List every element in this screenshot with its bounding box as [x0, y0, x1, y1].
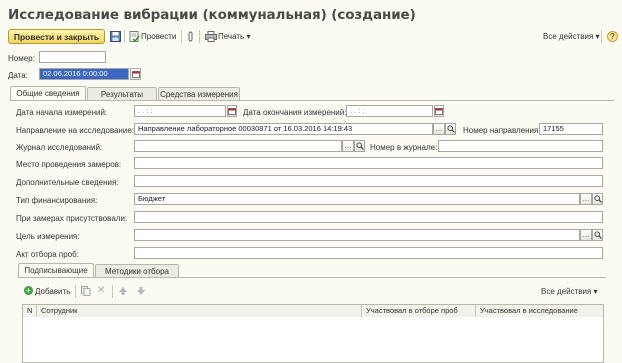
toolbar-separator [199, 30, 200, 43]
journal-input[interactable] [134, 140, 342, 152]
column-header-employee[interactable]: Сотрудник [37, 305, 362, 317]
purpose-label: Цель измерения: [16, 232, 80, 241]
extra-info-input[interactable] [134, 175, 603, 187]
help-icon[interactable]: ? [607, 31, 618, 42]
purpose-input[interactable] [134, 229, 580, 241]
tab-general[interactable]: Общие сведения [10, 86, 86, 100]
tab-signers[interactable]: Подписывающие [18, 263, 94, 277]
search-icon[interactable] [592, 193, 603, 205]
calendar-icon[interactable] [130, 68, 141, 80]
tab-panel-border [10, 100, 614, 101]
journal-label: Журнал исследований: [16, 143, 103, 152]
select-button[interactable]: … [580, 229, 592, 241]
toolbar-separator [181, 30, 182, 43]
post-button[interactable]: Провести [141, 32, 176, 41]
column-header-n[interactable]: N [23, 305, 37, 317]
post-icon [129, 31, 140, 44]
window-title: Исследование вибрации (коммунальная) (со… [8, 7, 416, 23]
sampling-act-input[interactable] [134, 247, 603, 259]
signers-table[interactable]: N Сотрудник Участвовал в отборе проб Уча… [22, 304, 604, 363]
all-actions-label: Все действия [541, 287, 592, 296]
extra-info-label: Дополнительные сведения: [16, 178, 119, 187]
toolbar-separator [124, 30, 125, 43]
chevron-down-icon: ▾ [593, 287, 598, 296]
subtab-panel-border [18, 277, 606, 278]
journal-number-label: Номер в журнале: [370, 143, 438, 152]
print-icon [205, 31, 217, 44]
search-icon[interactable] [354, 140, 365, 152]
toolbar-separator [112, 285, 113, 298]
referral-number-input[interactable]: 17155 [539, 123, 603, 135]
start-date-label: Дата начала измерений: [16, 108, 108, 117]
add-button[interactable]: Добавить [35, 287, 70, 296]
funding-input[interactable]: Бюджет [134, 193, 580, 205]
add-icon: + [24, 286, 33, 295]
end-date-label: Дата окончания измерений: [243, 108, 347, 117]
referral-label: Направление на исследование: [16, 126, 134, 135]
present-label: При замерах присутствовали: [16, 214, 128, 223]
place-input[interactable] [134, 157, 603, 169]
move-down-icon[interactable] [136, 286, 146, 298]
select-button[interactable]: … [433, 123, 445, 135]
column-header-research[interactable]: Участвовал в исследование [476, 305, 603, 317]
delete-icon[interactable]: ✕ [97, 286, 105, 296]
save-icon[interactable] [110, 31, 121, 44]
funding-label: Тип финансирования: [16, 196, 98, 205]
post-and-close-button[interactable]: Провести и закрыть [8, 29, 105, 44]
referral-input[interactable]: Направление лабораторное 00030871 от 16.… [134, 123, 433, 135]
tab-results[interactable]: Результаты [87, 87, 157, 100]
place-label: Место проведения замеров: [16, 160, 122, 169]
toolbar-separator [601, 30, 602, 43]
end-date-input[interactable]: . . : : [346, 105, 433, 117]
search-icon[interactable] [592, 229, 603, 241]
all-actions-menu-table[interactable]: Все действия ▾ [541, 287, 598, 296]
calendar-icon[interactable] [434, 105, 444, 117]
date-input[interactable]: 02.06.2016 0:00:00 [39, 68, 129, 80]
move-up-icon[interactable] [118, 286, 128, 298]
start-date-input[interactable]: . . : : [134, 105, 226, 117]
all-actions-label: Все действия [543, 32, 594, 41]
journal-number-input[interactable] [438, 140, 603, 152]
referral-number-label: Номер направления: [463, 126, 541, 135]
calendar-icon[interactable] [227, 105, 237, 117]
print-button[interactable]: Печать ▾ [218, 32, 250, 41]
toolbar-separator [75, 285, 76, 298]
tab-instruments[interactable]: Средства измерения [158, 87, 240, 100]
chevron-down-icon: ▾ [595, 32, 600, 41]
date-label: Дата: [8, 71, 28, 80]
sampling-act-label: Акт отбора проб: [16, 250, 79, 259]
all-actions-menu[interactable]: Все действия ▾ [543, 32, 600, 41]
attachment-icon[interactable] [187, 31, 195, 44]
select-button[interactable]: … [342, 140, 354, 152]
number-label: Номер: [8, 54, 35, 63]
search-icon[interactable] [445, 123, 456, 135]
print-label: Печать [218, 32, 245, 41]
present-input[interactable] [134, 211, 603, 223]
tab-sampling-methods[interactable]: Методики отбора [95, 264, 179, 277]
table-header: N Сотрудник Участвовал в отборе проб Уча… [23, 305, 603, 317]
number-input[interactable] [39, 51, 106, 63]
copy-icon[interactable] [81, 286, 91, 298]
column-header-sampling[interactable]: Участвовал в отборе проб [362, 305, 476, 317]
select-button[interactable]: … [580, 193, 592, 205]
chevron-down-icon: ▾ [246, 32, 251, 41]
